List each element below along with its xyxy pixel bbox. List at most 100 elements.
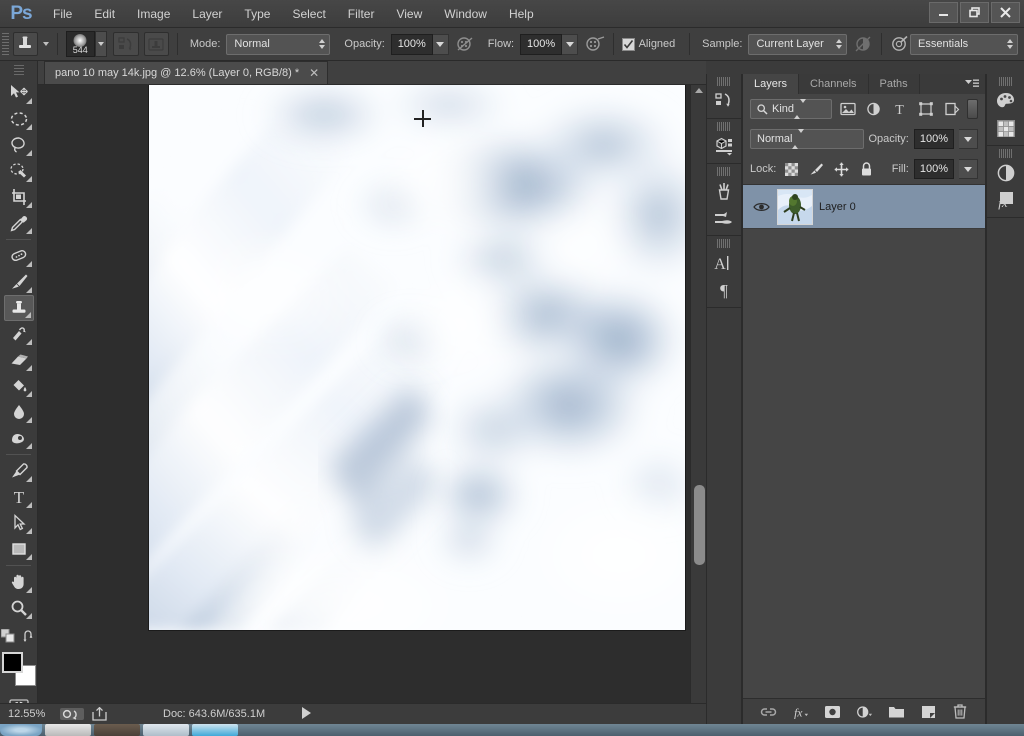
layer-opacity-chevron-down-icon[interactable]: [959, 129, 978, 149]
toggle-clone-source-button[interactable]: [143, 32, 170, 56]
layer-blend-mode-select[interactable]: Normal: [750, 129, 864, 149]
document-settings-icon[interactable]: [60, 707, 84, 721]
brush-size-preview[interactable]: 544: [65, 31, 95, 57]
lock-image-pixels-icon[interactable]: [806, 160, 826, 178]
folder-icon[interactable]: [888, 703, 905, 720]
options-bar-grip[interactable]: [2, 33, 9, 55]
tool-rectangle-shape[interactable]: [4, 536, 34, 562]
restore-button[interactable]: [960, 2, 989, 23]
tool-history-brush[interactable]: [4, 321, 34, 347]
dock-grip[interactable]: [717, 77, 731, 86]
layer-list[interactable]: Layer 0: [743, 185, 985, 698]
lock-position-icon[interactable]: [831, 160, 851, 178]
task-app-1[interactable]: [45, 724, 91, 736]
eye-icon[interactable]: [751, 201, 771, 213]
dock-grip[interactable]: [717, 239, 731, 248]
properties-panel-icon[interactable]: [710, 133, 738, 159]
tab-channels[interactable]: Channels: [799, 74, 869, 94]
blend-mode-select[interactable]: Normal: [226, 33, 331, 55]
close-button[interactable]: [991, 2, 1020, 23]
tool-dodge[interactable]: [4, 425, 34, 451]
start-orb-icon[interactable]: [0, 724, 42, 736]
task-app-3[interactable]: [143, 724, 189, 736]
layer-opacity-input[interactable]: 100%: [913, 129, 954, 149]
canvas-area[interactable]: [38, 85, 706, 711]
brush-picker-chevron-down-icon[interactable]: [94, 31, 107, 57]
workspace-select[interactable]: Essentials: [910, 33, 1018, 55]
default-colors-button[interactable]: [0, 628, 15, 646]
new-layer-icon[interactable]: [920, 703, 937, 720]
close-icon[interactable]: ✕: [309, 67, 319, 79]
dock-grip[interactable]: [998, 149, 1013, 158]
flow-chevron-down-icon[interactable]: [562, 33, 579, 55]
dock-grip[interactable]: [998, 77, 1013, 86]
tool-hand[interactable]: [4, 569, 34, 595]
foreground-color-swatch[interactable]: [1, 652, 23, 673]
layer-fill-chevron-down-icon[interactable]: [959, 159, 978, 179]
tool-lasso[interactable]: [4, 132, 34, 158]
share-icon[interactable]: [92, 707, 107, 721]
tool-move[interactable]: [4, 80, 34, 106]
lock-transparency-icon[interactable]: [781, 160, 801, 178]
tab-layers[interactable]: Layers: [743, 74, 800, 94]
menu-window[interactable]: Window: [433, 3, 498, 25]
swap-colors-button[interactable]: [23, 629, 36, 646]
aligned-checkbox[interactable]: [621, 37, 635, 51]
tool-quick-selection[interactable]: [4, 158, 34, 184]
opacity-input[interactable]: 100%: [390, 33, 433, 55]
document-canvas[interactable]: [149, 85, 685, 630]
menu-edit[interactable]: Edit: [83, 3, 126, 25]
tools-palette-grip[interactable]: [13, 65, 24, 77]
minimize-button[interactable]: [929, 2, 958, 23]
brush-panel-icon[interactable]: [710, 205, 738, 231]
tool-pen[interactable]: [4, 458, 34, 484]
play-arrow-icon[interactable]: [301, 706, 312, 722]
scroll-up-arrow-icon[interactable]: [695, 88, 703, 93]
task-app-4[interactable]: [192, 724, 238, 736]
vertical-scroll-thumb[interactable]: [693, 485, 705, 565]
fx-icon[interactable]: fx: [792, 703, 809, 720]
link-icon[interactable]: [760, 703, 777, 720]
sample-select[interactable]: Current Layer: [748, 33, 848, 55]
opacity-chevron-down-icon[interactable]: [432, 33, 449, 55]
filter-type-icon[interactable]: T: [889, 99, 910, 119]
flow-input[interactable]: 100%: [520, 33, 563, 55]
menu-type[interactable]: Type: [233, 3, 281, 25]
adjustments-panel-icon[interactable]: [992, 160, 1020, 186]
opacity-pressure-toggle[interactable]: [455, 35, 475, 53]
filter-pixel-icon[interactable]: [837, 99, 858, 119]
lock-all-icon[interactable]: [856, 160, 876, 178]
ignore-adjustment-layers-button[interactable]: [854, 35, 873, 53]
brush-presets-panel-icon[interactable]: [710, 178, 738, 204]
dock-grip[interactable]: [717, 167, 731, 176]
history-panel-icon[interactable]: [710, 88, 738, 114]
layer-filter-kind-select[interactable]: Kind: [750, 99, 832, 119]
toggle-brush-panel-button[interactable]: [113, 32, 139, 56]
color-panel-icon[interactable]: [992, 88, 1020, 114]
filter-adjustment-icon[interactable]: [863, 99, 884, 119]
paragraph-panel-icon[interactable]: ¶: [710, 277, 738, 303]
canvas-vertical-scrollbar[interactable]: [690, 85, 706, 711]
tool-clone-stamp[interactable]: [3, 295, 34, 321]
tool-crop[interactable]: [4, 184, 34, 210]
menu-image[interactable]: Image: [126, 3, 181, 25]
tool-brush[interactable]: [4, 269, 34, 295]
menu-view[interactable]: View: [385, 3, 433, 25]
filter-smart-object-icon[interactable]: [941, 99, 962, 119]
table-row[interactable]: Layer 0: [743, 185, 985, 229]
zoom-level-field[interactable]: 12.55%: [8, 708, 52, 720]
document-tab[interactable]: pano 10 may 14k.jpg @ 12.6% (Layer 0, RG…: [44, 61, 329, 84]
tab-paths[interactable]: Paths: [869, 74, 920, 94]
menu-file[interactable]: File: [42, 3, 83, 25]
tool-path-selection[interactable]: [4, 510, 34, 536]
tool-type[interactable]: T: [4, 484, 34, 510]
swatches-panel-icon[interactable]: [992, 115, 1020, 141]
tool-marquee[interactable]: [4, 106, 34, 132]
menu-help[interactable]: Help: [498, 3, 545, 25]
task-app-2[interactable]: [94, 724, 140, 736]
airbrush-toggle-button[interactable]: [585, 35, 605, 53]
tool-zoom[interactable]: [4, 595, 34, 621]
tool-eraser[interactable]: [4, 347, 34, 373]
tool-blur[interactable]: [4, 399, 34, 425]
layer-fill-input[interactable]: 100%: [913, 159, 954, 179]
